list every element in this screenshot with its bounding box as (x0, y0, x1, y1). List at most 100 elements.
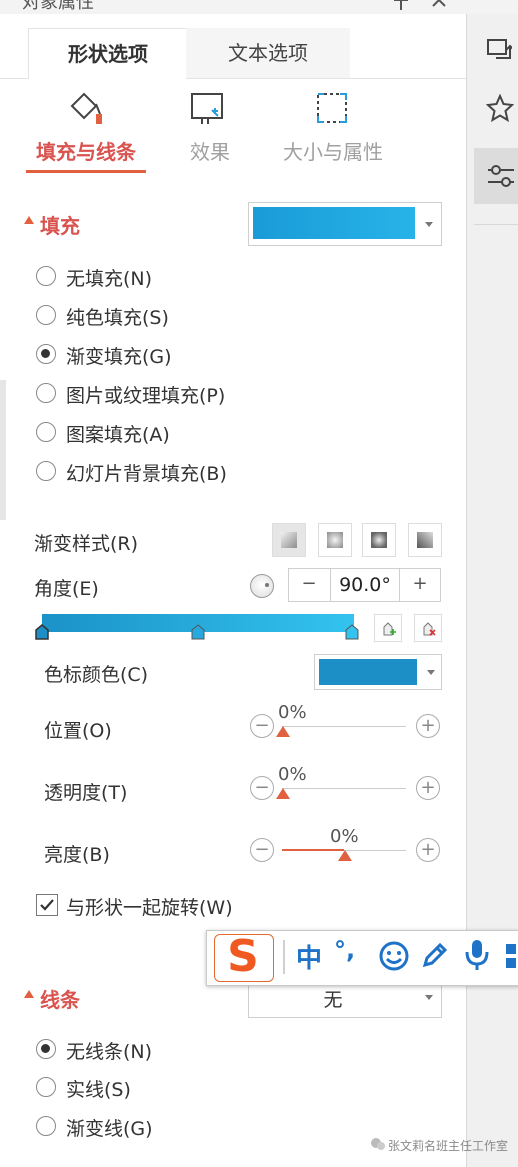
linear-gradient-icon (281, 532, 297, 548)
rectangular-gradient-icon (371, 532, 387, 548)
wechat-icon (371, 1138, 385, 1150)
radio-no-fill[interactable] (36, 266, 56, 286)
angle-dial[interactable] (250, 574, 274, 598)
microphone-icon[interactable] (464, 938, 490, 972)
radio-pattern-fill[interactable] (36, 422, 56, 442)
transparency-slider-thumb[interactable] (276, 788, 290, 799)
option-label[interactable]: 幻灯片背景填充(B) (66, 459, 227, 486)
brightness-slider-thumb[interactable] (338, 850, 352, 861)
chevron-down-icon (425, 222, 433, 227)
rotate-with-shape-checkbox[interactable] (36, 894, 58, 916)
transparency-label: 透明度(T) (44, 782, 128, 804)
subtab-size-properties[interactable]: 大小与属性 (274, 136, 392, 165)
gradient-rectangular-button[interactable] (362, 523, 396, 557)
close-icon[interactable] (430, 0, 448, 10)
angle-decrement-button[interactable]: − (289, 568, 329, 602)
collapse-arrow-icon[interactable] (24, 990, 34, 998)
remove-gradient-stop-button[interactable] (414, 614, 442, 642)
window-title-bar: 对象属性 (0, 0, 466, 14)
option-label[interactable]: 图案填充(A) (66, 420, 170, 447)
path-gradient-icon (417, 532, 433, 548)
transparency-increase-button[interactable]: + (416, 776, 440, 800)
gradient-stop-selected[interactable] (35, 624, 49, 640)
fill-bucket-icon[interactable] (66, 90, 106, 126)
option-label[interactable]: 实线(S) (66, 1075, 131, 1102)
add-gradient-stop-button[interactable] (374, 614, 402, 642)
option-label[interactable]: 渐变填充(G) (66, 342, 172, 369)
fill-gradient-swatch (253, 207, 415, 239)
position-value: 0% (278, 702, 307, 723)
ime-punctuation-button[interactable]: °, (334, 936, 355, 964)
radio-slide-background-fill[interactable] (36, 461, 56, 481)
panel-resize-handle[interactable] (0, 380, 6, 520)
side-button-animation[interactable] (474, 82, 518, 138)
emoji-icon[interactable] (378, 940, 410, 972)
radio-picture-fill[interactable] (36, 383, 56, 403)
add-stop-icon (383, 622, 396, 636)
radio-solid-line[interactable] (36, 1077, 56, 1097)
radio-gradient-line[interactable] (36, 1116, 56, 1136)
radial-gradient-icon (327, 532, 343, 548)
chevron-down-icon (427, 670, 435, 675)
pen-icon[interactable] (420, 940, 450, 970)
ime-chinese-mode-button[interactable]: 中 (296, 938, 322, 975)
brightness-label: 亮度(B) (44, 844, 110, 866)
brightness-decrease-button[interactable]: − (250, 838, 274, 862)
window-title: 对象属性 (22, 0, 94, 13)
position-slider-track[interactable] (282, 726, 406, 727)
transparency-decrease-button[interactable]: − (250, 776, 274, 800)
gradient-radial-button[interactable] (318, 523, 352, 557)
subtab-fill-line[interactable]: 填充与线条 (22, 136, 150, 165)
rotate-with-shape-label[interactable]: 与形状一起旋转(W) (66, 893, 233, 920)
radio-gradient-fill[interactable] (36, 344, 56, 364)
subtab-effects[interactable]: 效果 (180, 136, 240, 165)
option-label[interactable]: 无填充(N) (66, 264, 152, 291)
gradient-stop[interactable] (345, 624, 359, 640)
radio-solid-fill[interactable] (36, 305, 56, 325)
tab-divider (0, 78, 28, 79)
ime-separator (283, 940, 285, 974)
tab-text-options[interactable]: 文本选项 (186, 28, 350, 79)
angle-increment-button[interactable]: + (400, 568, 440, 602)
option-label[interactable]: 纯色填充(S) (66, 303, 169, 330)
chevron-down-icon (425, 995, 433, 1000)
tab-divider (350, 78, 466, 79)
gradient-linear-button[interactable] (272, 523, 306, 557)
active-subtab-indicator (26, 170, 146, 173)
fill-section-title[interactable]: 填充 (40, 210, 80, 239)
sogou-logo-letter: S (227, 931, 259, 982)
angle-value[interactable]: 90.0° (330, 568, 400, 602)
tab-shape-options[interactable]: 形状选项 (28, 28, 188, 79)
gradient-path-button[interactable] (408, 523, 442, 557)
brightness-slider-fill (282, 849, 344, 851)
effects-icon[interactable] (188, 90, 228, 126)
brightness-value: 0% (330, 826, 359, 847)
option-label[interactable]: 渐变线(G) (66, 1114, 153, 1141)
remove-stop-icon (423, 622, 436, 636)
position-slider-thumb[interactable] (276, 726, 290, 737)
watermark-text: 张文莉名班主任工作室 (388, 1139, 509, 1153)
gradient-stop[interactable] (191, 624, 205, 640)
fill-color-dropdown[interactable] (248, 202, 442, 246)
side-divider (474, 224, 518, 225)
angle-label: 角度(E) (34, 578, 99, 600)
line-section-title[interactable]: 线条 (40, 984, 80, 1013)
radio-no-line[interactable] (36, 1039, 56, 1059)
side-button-properties[interactable] (474, 148, 518, 204)
brightness-increase-button[interactable]: + (416, 838, 440, 862)
option-label[interactable]: 无线条(N) (66, 1037, 152, 1064)
option-label[interactable]: 图片或纹理填充(P) (66, 381, 225, 408)
angle-dial-dot (265, 583, 269, 587)
side-button-transition[interactable] (474, 22, 518, 78)
size-icon[interactable] (312, 90, 352, 126)
position-increase-button[interactable]: + (416, 714, 440, 738)
position-decrease-button[interactable]: − (250, 714, 274, 738)
toolbox-icon[interactable] (504, 942, 518, 970)
transition-icon (487, 39, 512, 59)
pin-icon[interactable] (392, 0, 410, 10)
stop-color-dropdown[interactable] (314, 654, 442, 690)
position-label: 位置(O) (44, 720, 112, 742)
collapse-arrow-icon[interactable] (24, 216, 34, 224)
transparency-slider-track[interactable] (282, 788, 406, 789)
checkmark-icon (40, 899, 54, 911)
